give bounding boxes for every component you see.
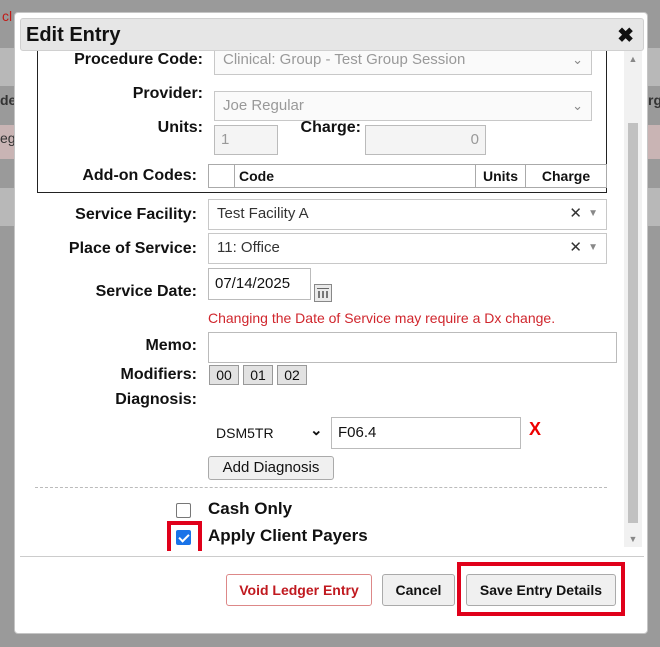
charge-input[interactable]: 0 (365, 125, 486, 155)
date-warning-text: Changing the Date of Service may require… (208, 310, 556, 326)
addon-codes-label: Add-on Codes: (82, 167, 197, 184)
procedure-code-value: Clinical: Group - Test Group Session (223, 51, 466, 68)
procedure-code-label: Procedure Code: (74, 51, 203, 68)
calendar-icon[interactable] (314, 284, 332, 302)
modifier-chip[interactable]: 02 (277, 365, 307, 385)
footer-divider (20, 556, 644, 557)
modifiers-label: Modifiers: (120, 366, 197, 383)
charge-label: Charge: (300, 119, 361, 136)
provider-value: Joe Regular (223, 97, 304, 114)
addon-column-units: Units (476, 165, 526, 187)
addon-select-column (209, 165, 235, 187)
remove-diagnosis-icon[interactable]: X (529, 419, 541, 440)
section-divider (35, 487, 607, 488)
dialog-scrollbar[interactable]: ▲ ▼ (624, 51, 642, 547)
memo-label: Memo: (145, 337, 197, 354)
service-date-label: Service Date: (95, 283, 197, 300)
save-entry-details-button[interactable]: Save Entry Details (466, 574, 616, 606)
void-ledger-entry-button[interactable]: Void Ledger Entry (226, 574, 372, 606)
scroll-up-icon[interactable]: ▲ (624, 51, 642, 67)
cancel-button[interactable]: Cancel (382, 574, 455, 606)
addon-column-code: Code (235, 165, 476, 187)
chevron-down-icon: ▼ (588, 242, 598, 253)
service-facility-select[interactable]: Test Facility A ✕ ▼ (208, 199, 607, 230)
dialog-title: Edit Entry (26, 24, 121, 46)
place-of-service-value: 11: Office (217, 239, 280, 256)
dialog-body: Procedure Code: Clinical: Group - Test G… (15, 51, 625, 551)
dialog-titlebar: Edit Entry ✖ (20, 18, 644, 51)
procedure-code-select[interactable]: Clinical: Group - Test Group Session ⌄ (214, 51, 592, 75)
cash-only-label: Cash Only (208, 499, 293, 518)
addon-codes-table[interactable]: Code Units Charge (208, 164, 607, 188)
apply-client-payers-checkbox[interactable] (176, 530, 191, 545)
clear-icon[interactable]: ✕ (569, 234, 582, 262)
service-facility-value: Test Facility A (217, 205, 309, 222)
place-of-service-select[interactable]: 11: Office ✕ ▼ (208, 233, 607, 264)
cash-only-checkbox[interactable] (176, 503, 191, 518)
chevron-down-icon: ⌄ (310, 422, 323, 439)
chevron-down-icon: ▼ (588, 208, 598, 219)
apply-client-payers-label: Apply Client Payers (208, 526, 368, 545)
service-facility-label: Service Facility: (75, 206, 197, 223)
scrollbar-thumb[interactable] (628, 123, 638, 523)
chevron-down-icon: ⌄ (572, 98, 583, 113)
background-column-header: rg (648, 92, 660, 108)
add-diagnosis-button[interactable]: Add Diagnosis (208, 456, 334, 480)
memo-input[interactable] (208, 332, 617, 363)
edit-entry-dialog: Edit Entry ✖ Procedure Code: Clinical: G… (14, 12, 648, 634)
scroll-down-icon[interactable]: ▼ (624, 531, 642, 547)
close-icon[interactable]: ✖ (617, 23, 634, 48)
addon-column-charge: Charge (541, 168, 591, 184)
units-input[interactable]: 1 (214, 125, 278, 155)
diagnosis-label: Diagnosis: (115, 391, 197, 408)
diagnosis-code-input[interactable]: F06.4 (331, 417, 521, 449)
background-text: cl (2, 8, 13, 24)
place-of-service-label: Place of Service: (68, 240, 197, 257)
diagnosis-code-set-select[interactable]: DSM5TR ⌄ (214, 419, 326, 449)
modifier-chip[interactable]: 00 (209, 365, 239, 385)
chevron-down-icon: ⌄ (572, 52, 583, 67)
provider-label: Provider: (132, 85, 203, 102)
service-date-input[interactable]: 07/14/2025 (208, 268, 311, 300)
modifier-chip[interactable]: 01 (243, 365, 273, 385)
diagnosis-code-set-value: DSM5TR (216, 425, 274, 441)
provider-select[interactable]: Joe Regular ⌄ (214, 91, 592, 121)
units-label: Units: (157, 119, 203, 136)
clear-icon[interactable]: ✕ (569, 200, 582, 228)
